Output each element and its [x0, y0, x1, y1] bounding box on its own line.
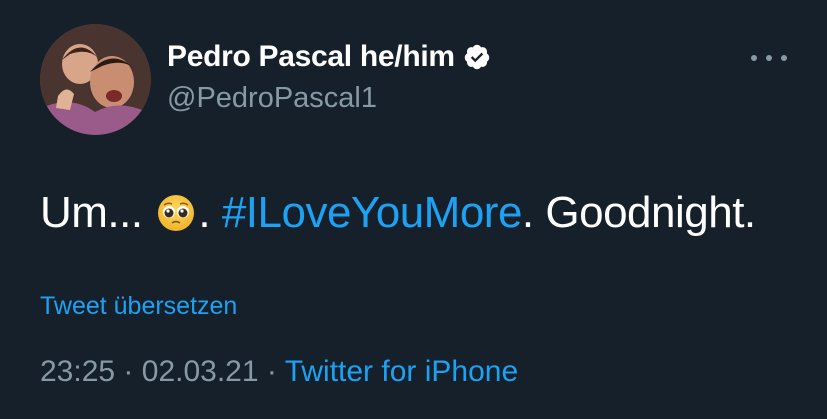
display-name[interactable]: Pedro Pascal he/him	[167, 40, 455, 74]
meta-separator: ·	[123, 355, 134, 388]
tweet-source-link[interactable]: Twitter for iPhone	[285, 355, 518, 388]
tweet-meta: 23:25 · 02.03.21 · Twitter for iPhone	[40, 355, 518, 389]
tweet-text: Um... . #ILoveYouMore. Goodnight.	[40, 188, 756, 238]
more-options-button[interactable]	[751, 48, 787, 68]
tweet-text-suffix: . Goodnight.	[521, 188, 756, 237]
tweet-time[interactable]: 23:25	[40, 355, 115, 388]
hashtag-link[interactable]: #ILoveYouMore	[222, 188, 523, 237]
tweet-date[interactable]: 02.03.21	[142, 355, 259, 388]
avatar[interactable]	[40, 24, 151, 135]
more-horizontal-icon	[781, 55, 787, 61]
author-name-row[interactable]: Pedro Pascal he/him	[167, 40, 491, 74]
verified-badge-icon	[464, 44, 490, 70]
translate-tweet-link[interactable]: Tweet übersetzen	[40, 292, 237, 321]
profile-photo-icon	[40, 24, 151, 135]
user-handle[interactable]: @PedroPascal1	[167, 82, 377, 115]
tweet-text-prefix: Um...	[40, 188, 143, 237]
tweet: Pedro Pascal he/him @PedroPascal1 Um...	[0, 0, 827, 419]
more-horizontal-icon	[766, 55, 772, 61]
pleading-face-emoji-icon	[158, 195, 195, 231]
tweet-text-separator: .	[198, 188, 211, 237]
meta-separator: ·	[266, 355, 277, 388]
more-horizontal-icon	[751, 55, 757, 61]
